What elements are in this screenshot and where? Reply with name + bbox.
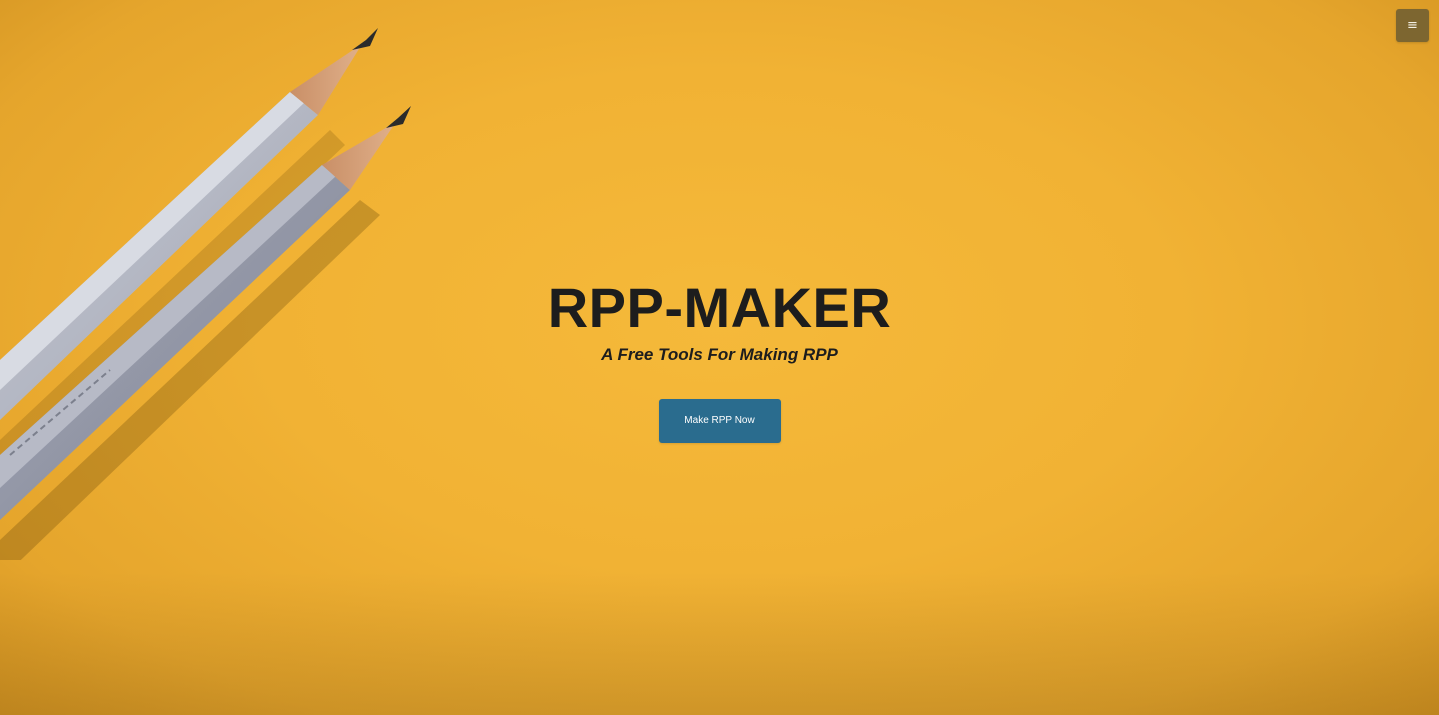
hero-content: RPP-MAKER A Free Tools For Making RPP Ma… <box>0 278 1439 443</box>
hero-section: ≡ RPP-MAKER A Free Tools For Making RPP … <box>0 0 1439 715</box>
menu-toggle-button[interactable]: ≡ <box>1396 9 1429 42</box>
make-rpp-button[interactable]: Make RPP Now <box>658 399 781 443</box>
hamburger-menu-icon: ≡ <box>1407 18 1418 33</box>
page-subtitle: A Free Tools For Making RPP <box>601 345 838 364</box>
page-title: RPP-MAKER <box>547 276 892 339</box>
